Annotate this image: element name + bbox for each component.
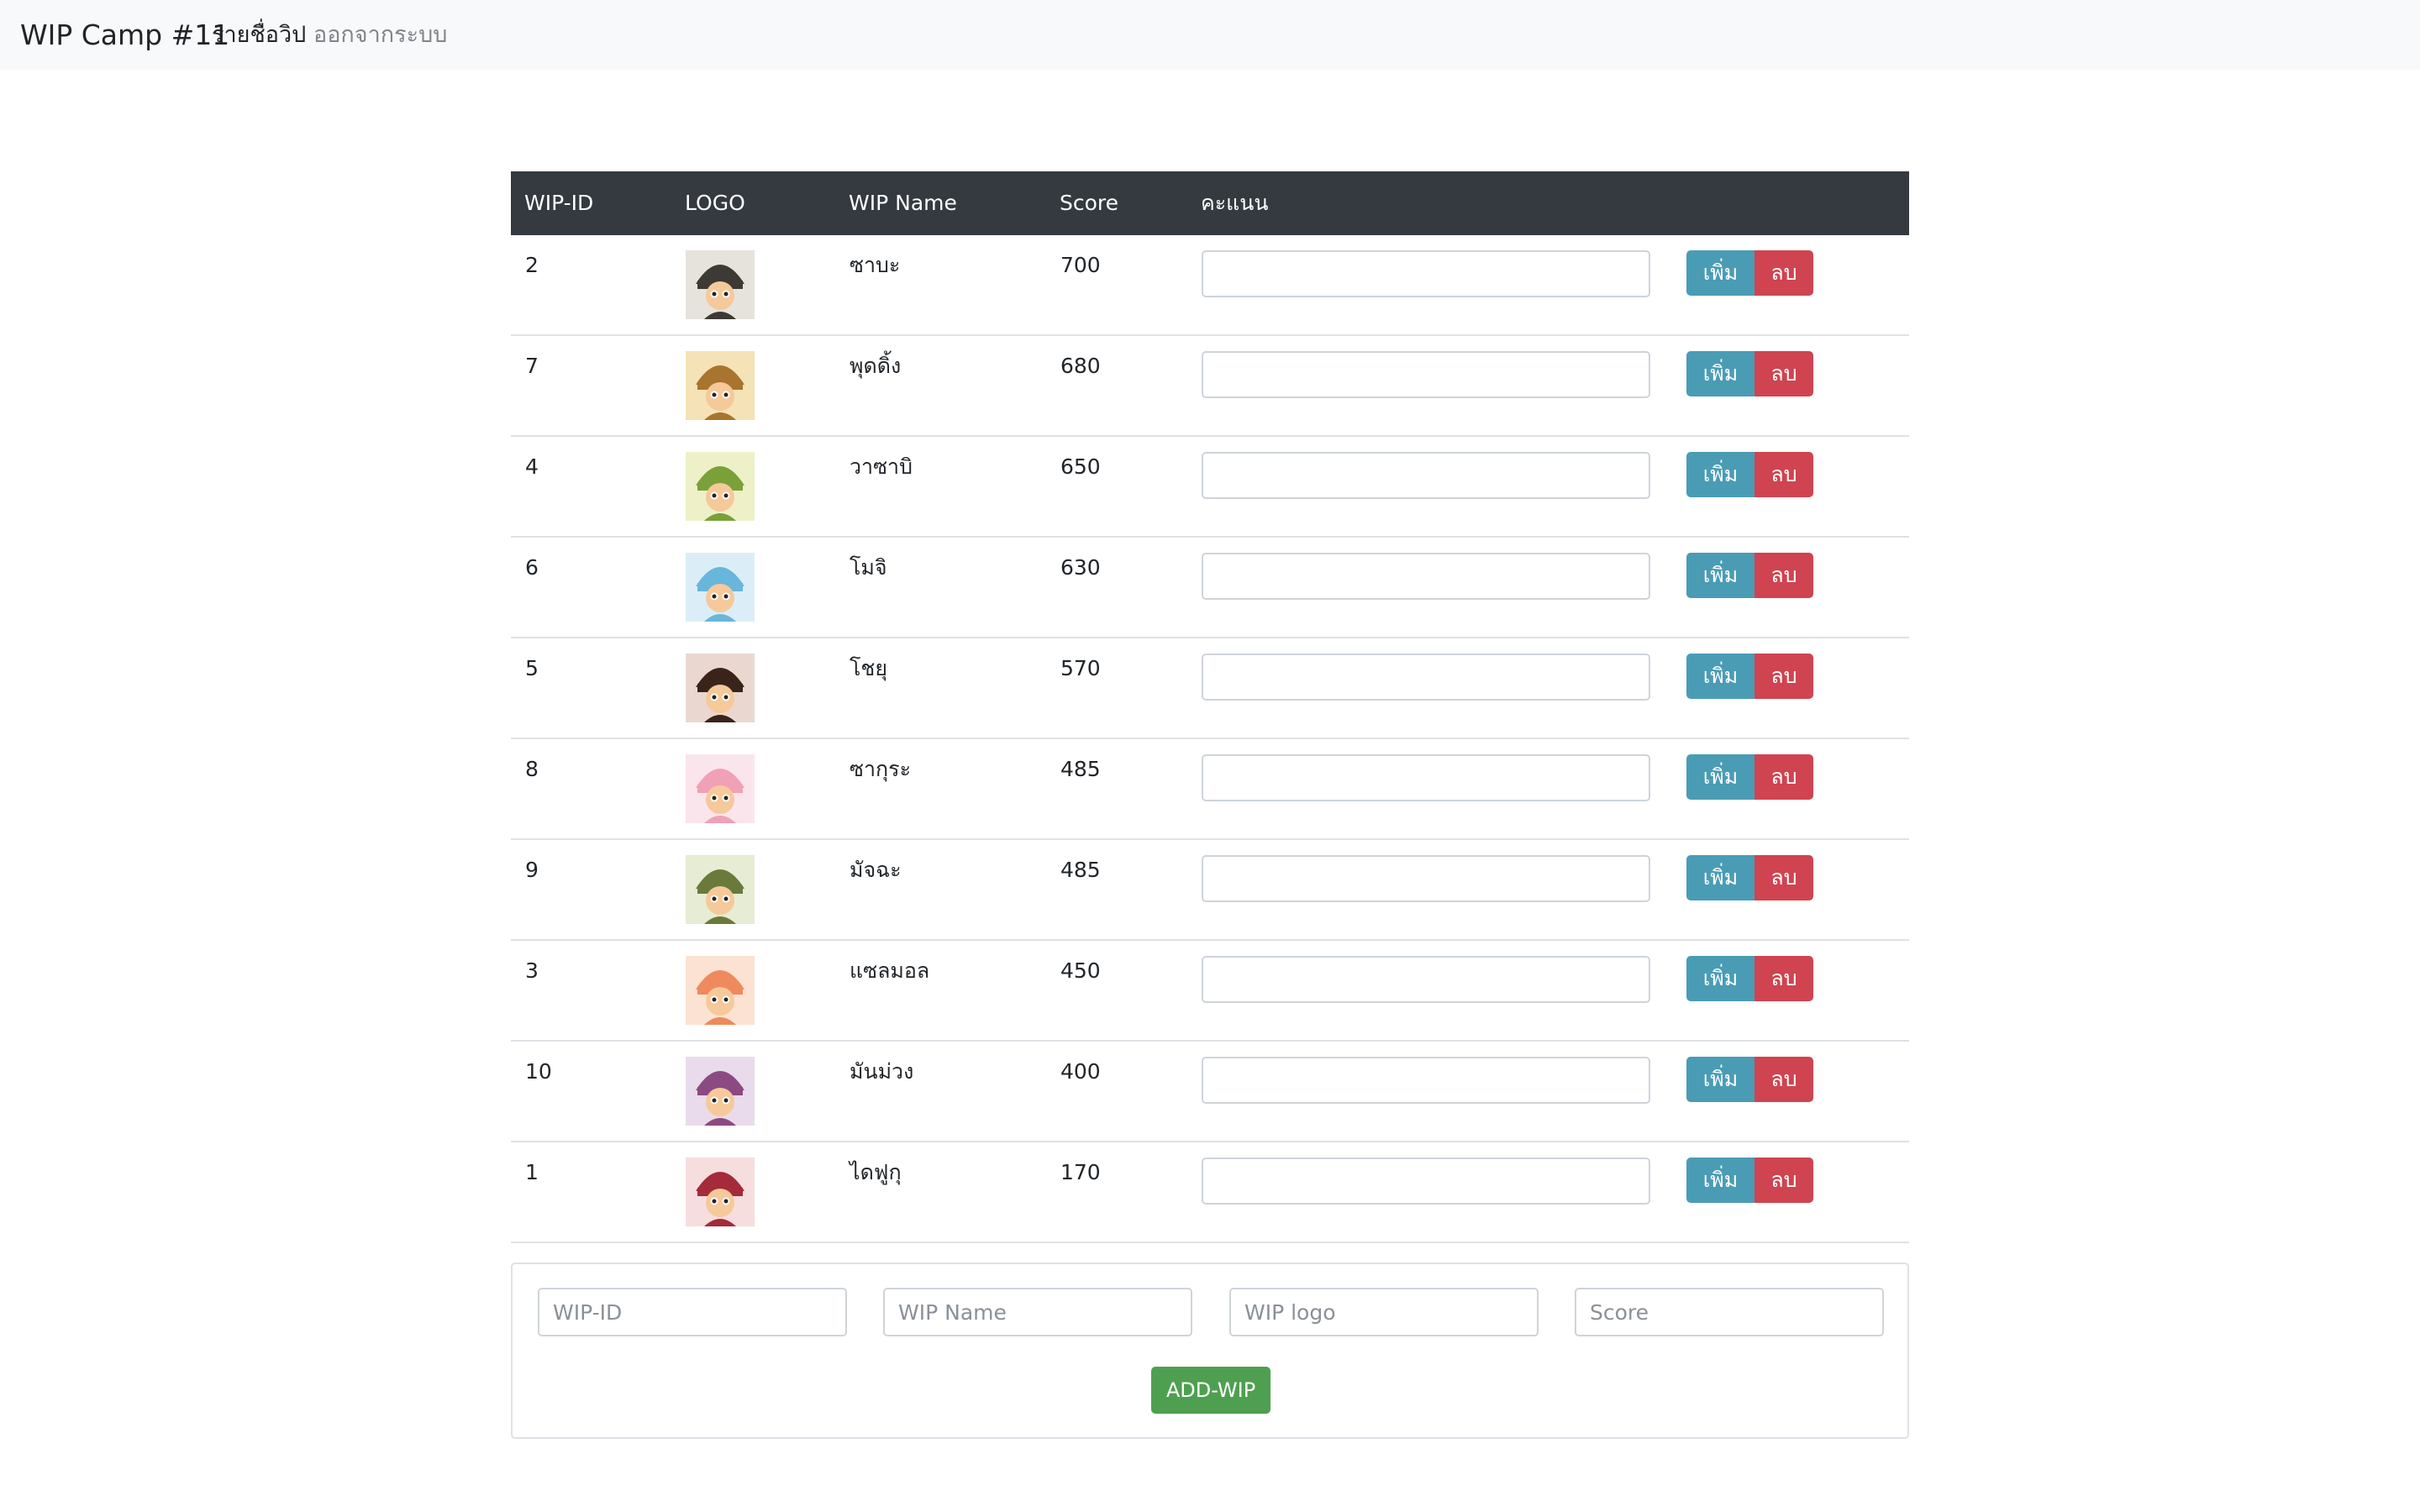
delete-wip-button[interactable]: ลบ (1754, 351, 1813, 396)
wip-score-cell: 400 (1060, 1059, 1101, 1084)
wip-name-cell: วาซาบิ (850, 454, 913, 479)
wip-score-cell: 570 (1060, 656, 1101, 680)
header-wip-id: WIP-ID (524, 191, 594, 215)
add-points-button[interactable]: เพิ่ม (1686, 1158, 1754, 1203)
delete-wip-button[interactable]: ลบ (1754, 1057, 1813, 1102)
wip-score-cell: 450 (1060, 958, 1101, 983)
wip-score-cell: 680 (1060, 354, 1101, 378)
wip-score-input[interactable] (1575, 1288, 1884, 1336)
wip-name-cell: พุดดิ้ง (850, 354, 902, 378)
wip-score-cell: 485 (1060, 858, 1101, 882)
table-header: WIP-ID LOGO WIP Name Score คะแนน (511, 171, 1909, 235)
wip-logo-image (686, 1057, 755, 1126)
delete-wip-button[interactable]: ลบ (1754, 553, 1813, 598)
points-input[interactable] (1202, 855, 1650, 902)
points-input[interactable] (1202, 754, 1650, 801)
add-points-button[interactable]: เพิ่ม (1686, 654, 1754, 699)
table-row: 2 ซาบะ 700 เพิ่ม ลบ (511, 235, 1909, 336)
delete-wip-button[interactable]: ลบ (1754, 956, 1813, 1001)
add-wip-form: ADD-WIP (511, 1263, 1909, 1439)
points-input[interactable] (1202, 351, 1650, 398)
table-row: 9 มัจฉะ 485 เพิ่ม ลบ (511, 840, 1909, 941)
delete-wip-button[interactable]: ลบ (1754, 452, 1813, 497)
navbar-brand[interactable]: WIP Camp #11 (20, 17, 229, 54)
add-points-button[interactable]: เพิ่ม (1686, 250, 1754, 296)
wip-id-cell: 3 (525, 958, 539, 983)
add-points-button[interactable]: เพิ่ม (1686, 351, 1754, 396)
header-score: Score (1060, 191, 1119, 215)
table-row: 10 มันม่วง 400 เพิ่ม ลบ (511, 1042, 1909, 1142)
wip-id-cell: 5 (525, 656, 539, 680)
wip-logo-image (686, 956, 755, 1025)
wip-logo-image (686, 553, 755, 622)
header-logo: LOGO (685, 191, 745, 215)
wip-id-cell: 4 (525, 454, 539, 479)
wip-id-cell: 8 (525, 757, 539, 781)
wip-name-cell: โมจิ (850, 555, 887, 580)
wip-name-cell: มันม่วง (850, 1059, 914, 1084)
delete-wip-button[interactable]: ลบ (1754, 1158, 1813, 1203)
wip-name-cell: แซลมอล (850, 958, 930, 983)
points-input[interactable] (1202, 956, 1650, 1003)
add-points-button[interactable]: เพิ่ม (1686, 754, 1754, 800)
table-row: 4 วาซาบิ 650 เพิ่ม ลบ (511, 437, 1909, 538)
delete-wip-button[interactable]: ลบ (1754, 250, 1813, 296)
wip-name-cell: ซาบะ (850, 253, 901, 277)
wip-logo-image (686, 1158, 755, 1226)
points-input[interactable] (1202, 250, 1650, 297)
wip-score-cell: 630 (1060, 555, 1101, 580)
points-input[interactable] (1202, 553, 1650, 600)
wip-id-cell: 2 (525, 253, 539, 277)
table-row: 7 พุดดิ้ง 680 เพิ่ม ลบ (511, 336, 1909, 437)
wip-name-input[interactable] (883, 1288, 1192, 1336)
add-points-button[interactable]: เพิ่ม (1686, 452, 1754, 497)
wip-logo-image (686, 250, 755, 319)
points-input[interactable] (1202, 1158, 1650, 1205)
wip-logo-image (686, 351, 755, 420)
table-row: 3 แซลมอล 450 เพิ่ม ลบ (511, 941, 1909, 1042)
wip-id-cell: 6 (525, 555, 539, 580)
wip-id-cell: 10 (525, 1059, 552, 1084)
header-wip-name: WIP Name (849, 191, 957, 215)
wip-logo-image (686, 654, 755, 722)
wip-score-cell: 700 (1060, 253, 1101, 277)
nav-link-logout[interactable]: ออกจากระบบ (313, 18, 447, 52)
wip-id-cell: 7 (525, 354, 539, 378)
wip-score-cell: 170 (1060, 1160, 1101, 1184)
wip-id-input[interactable] (538, 1288, 847, 1336)
wip-logo-input[interactable] (1229, 1288, 1539, 1336)
table-row: 6 โมจิ 630 เพิ่ม ลบ (511, 538, 1909, 638)
nav-link-wip-list[interactable]: รายชื่อวิป (212, 18, 306, 52)
add-points-button[interactable]: เพิ่ม (1686, 1057, 1754, 1102)
table-row: 5 โชยุ 570 เพิ่ม ลบ (511, 638, 1909, 739)
delete-wip-button[interactable]: ลบ (1754, 654, 1813, 699)
add-points-button[interactable]: เพิ่ม (1686, 553, 1754, 598)
wip-logo-image (686, 855, 755, 924)
wip-name-cell: ซากุระ (850, 757, 911, 781)
add-points-button[interactable]: เพิ่ม (1686, 956, 1754, 1001)
table-row: 8 ซากุระ 485 เพิ่ม ลบ (511, 739, 1909, 840)
wip-name-cell: มัจฉะ (850, 858, 902, 882)
add-wip-button[interactable]: ADD-WIP (1151, 1367, 1270, 1414)
wip-score-cell: 650 (1060, 454, 1101, 479)
wip-logo-image (686, 452, 755, 521)
points-input[interactable] (1202, 654, 1650, 701)
points-input[interactable] (1202, 1057, 1650, 1104)
add-points-button[interactable]: เพิ่ม (1686, 855, 1754, 900)
table-row: 1 ไดฟูกุ 170 เพิ่ม ลบ (511, 1142, 1909, 1243)
header-points: คะแนน (1201, 191, 1269, 215)
wip-id-cell: 1 (525, 1160, 539, 1184)
delete-wip-button[interactable]: ลบ (1754, 855, 1813, 900)
wip-name-cell: โชยุ (850, 656, 888, 680)
wip-id-cell: 9 (525, 858, 539, 882)
wip-logo-image (686, 754, 755, 823)
wip-score-cell: 485 (1060, 757, 1101, 781)
wip-name-cell: ไดฟูกุ (850, 1160, 902, 1184)
points-input[interactable] (1202, 452, 1650, 499)
top-navbar: WIP Camp #11 รายชื่อวิป ออกจากระบบ (0, 0, 2420, 70)
delete-wip-button[interactable]: ลบ (1754, 754, 1813, 800)
